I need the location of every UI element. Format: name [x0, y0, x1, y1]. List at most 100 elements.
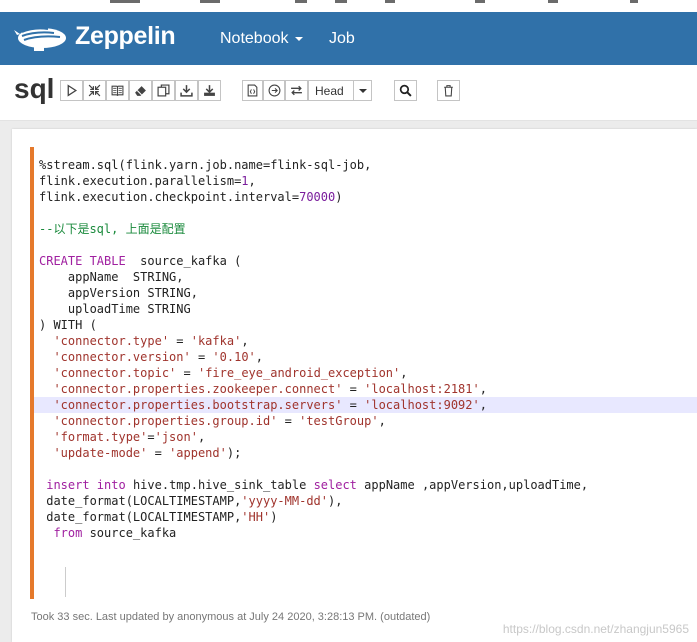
code-token: ,	[255, 350, 264, 364]
compare-revisions-button[interactable]	[285, 80, 308, 101]
code-token: --以下是sql, 上面是配置	[39, 222, 186, 236]
code-token: 'connector.version'	[53, 350, 191, 364]
code-token: appName ,appVersion,uploadTime,	[356, 478, 589, 492]
download-icon	[180, 85, 193, 97]
commit-button[interactable]	[263, 80, 285, 101]
code-line: flink.execution.checkpoint.interval=7000…	[39, 189, 697, 205]
code-token: appVersion STRING,	[39, 286, 198, 300]
code-editor[interactable]: %stream.sql(flink.yarn.job.name=flink-sq…	[30, 147, 697, 599]
code-line: insert into hive.tmp.hive_sink_table sel…	[39, 477, 697, 493]
zeppelin-logo-icon[interactable]	[14, 26, 68, 52]
code-token: 'HH'	[241, 510, 271, 524]
toggle-code-button[interactable]	[83, 80, 106, 101]
code-token: date_format(LOCALTIMESTAMP,	[39, 494, 242, 508]
code-token: )	[335, 190, 343, 204]
notebook-menu[interactable]: Notebook	[220, 30, 303, 48]
run-all-button[interactable]	[60, 80, 83, 101]
code-token: );	[226, 446, 242, 460]
code-token: 'connector.properties.bootstrap.servers'	[53, 398, 343, 412]
code-token: 'fire_eye_android_exception'	[197, 366, 401, 380]
code-token: insert into	[46, 478, 126, 492]
job-menu-link[interactable]: Job	[329, 30, 355, 48]
code-token: %stream.sql(flink.yarn.job.name=flink-sq…	[39, 158, 372, 172]
code-line: 'connector.properties.group.id' = 'testG…	[39, 413, 697, 429]
notebook-content: %stream.sql(flink.yarn.job.name=flink-sq…	[0, 121, 697, 642]
navbar: Zeppelin Notebook Job	[0, 12, 697, 65]
caret-down-icon	[294, 36, 303, 41]
code-token: 'format.type'	[53, 430, 148, 444]
code-line: 'connector.properties.bootstrap.servers'…	[34, 397, 697, 413]
code-token: =	[147, 430, 155, 444]
collapse-arrows-icon	[88, 84, 101, 97]
watermark-url: https://blog.csdn.net/zhangjun5965	[502, 622, 689, 636]
clone-note-button[interactable]	[152, 80, 175, 101]
code-line: date_format(LOCALTIMESTAMP,'HH')	[39, 509, 697, 525]
trash-icon	[444, 85, 453, 97]
revision-head-dropdown[interactable]: Head	[308, 80, 372, 101]
download-button[interactable]	[198, 80, 221, 101]
code-token: =	[277, 414, 300, 428]
code-token: ,	[479, 398, 487, 412]
circle-arrow-icon	[268, 84, 280, 97]
code-token: ,	[197, 430, 206, 444]
paragraph-status: Took 33 sec. Last updated by anonymous a…	[31, 611, 431, 623]
play-icon	[67, 84, 78, 97]
clear-output-button[interactable]	[129, 80, 152, 101]
code-token: flink.execution.parallelism=	[39, 174, 242, 188]
code-token: =	[190, 350, 213, 364]
code-token: 1	[241, 174, 249, 188]
code-token: )	[270, 510, 278, 524]
code-line: %stream.sql(flink.yarn.job.name=flink-sq…	[39, 157, 697, 173]
code-line: from source_kafka	[39, 525, 697, 541]
code-token: ,	[479, 382, 487, 396]
delete-note-button[interactable]	[437, 80, 460, 101]
code-line: 'connector.type' = 'kafka',	[39, 333, 697, 349]
dropdown-caret-icon	[353, 81, 371, 100]
eraser-icon	[135, 86, 146, 96]
search-button[interactable]	[394, 80, 417, 101]
code-token: ,	[400, 366, 408, 380]
code-line: appName STRING,	[39, 269, 697, 285]
toggle-output-button[interactable]	[106, 80, 129, 101]
code-token: =	[147, 446, 170, 460]
code-token: 'connector.topic'	[53, 366, 177, 380]
code-line: 'format.type'='json',	[39, 429, 697, 445]
code-token: from	[53, 526, 83, 540]
code-text[interactable]: %stream.sql(flink.yarn.job.name=flink-sq…	[34, 157, 697, 541]
export-note-button[interactable]	[175, 80, 198, 101]
code-token: 'connector.type'	[53, 334, 170, 348]
code-token: flink.execution.checkpoint.interval=	[39, 190, 300, 204]
code-token: 'yyyy-MM-dd'	[241, 494, 328, 508]
notebook-menu-label: Notebook	[220, 30, 289, 47]
code-token: 'update-mode'	[53, 446, 148, 460]
book-icon	[111, 85, 124, 96]
notebook-title[interactable]: sql	[14, 73, 54, 105]
code-token: 'append'	[169, 446, 227, 460]
code-token: =	[169, 334, 191, 348]
paragraph: %stream.sql(flink.yarn.job.name=flink-sq…	[12, 129, 697, 642]
code-token: =	[176, 366, 198, 380]
code-token: ,	[241, 334, 249, 348]
code-token: ,	[248, 174, 256, 188]
code-token: ,	[378, 414, 386, 428]
code-token: 'connector.properties.group.id'	[53, 414, 278, 428]
browser-top-strip	[0, 0, 697, 12]
code-line: 'connector.topic' = 'fire_eye_android_ex…	[39, 365, 697, 381]
brand-title[interactable]: Zeppelin	[75, 22, 176, 51]
code-token: 'connector.properties.zookeeper.connect'	[53, 382, 343, 396]
code-token: source_kafka (	[125, 254, 242, 268]
file-code-icon	[247, 84, 258, 97]
version-control-button[interactable]	[242, 80, 263, 101]
code-token: hive.tmp.hive_sink_table	[125, 478, 314, 492]
code-line: uploadTime STRING	[39, 301, 697, 317]
code-line: appVersion STRING,	[39, 285, 697, 301]
